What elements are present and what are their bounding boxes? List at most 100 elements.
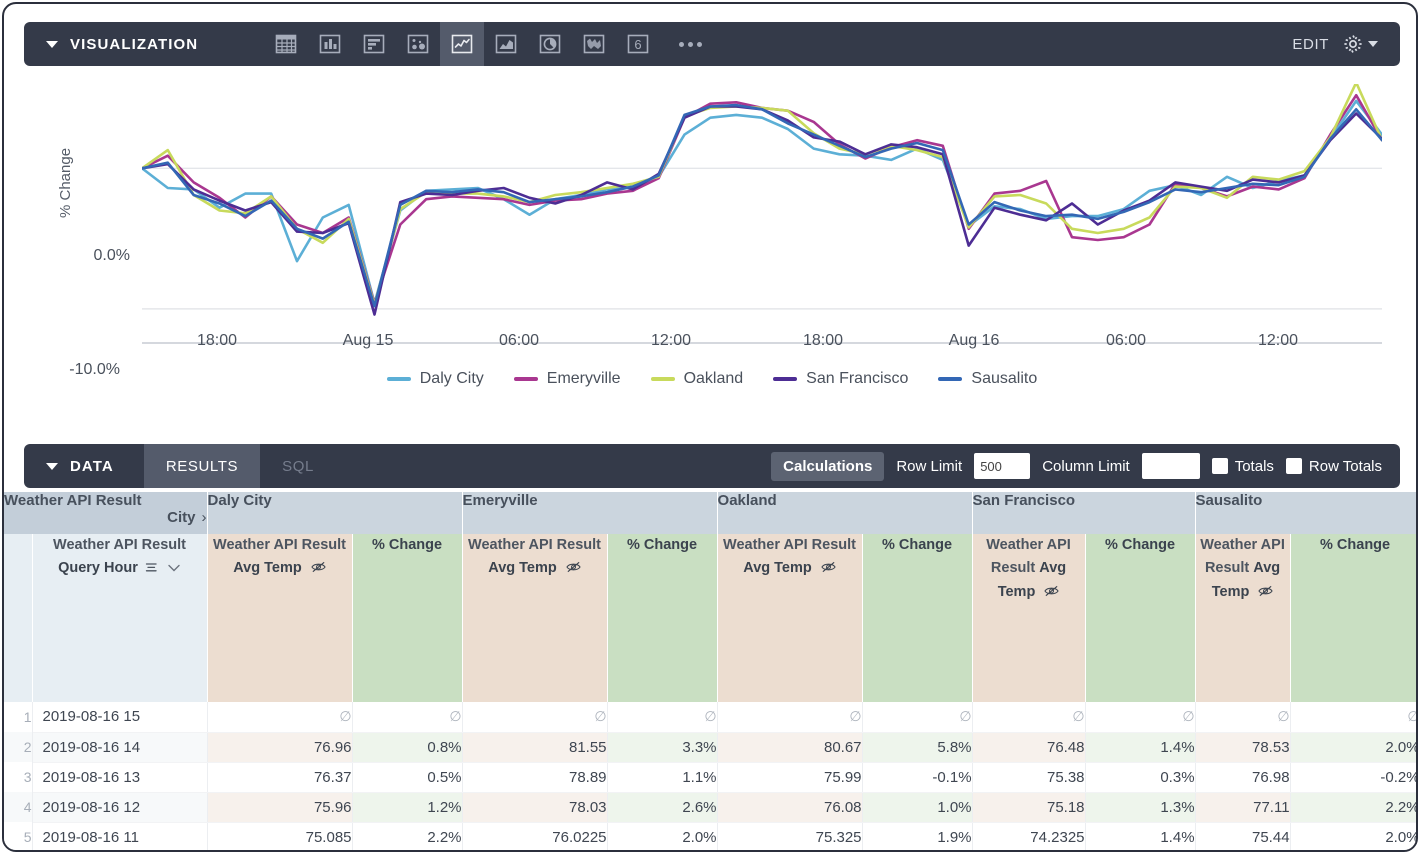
pivot-column-emeryville[interactable]: Emeryville (462, 492, 717, 534)
cell-pct-change[interactable]: 0.3% (1085, 762, 1195, 792)
column-header-pct-change-san-francisco[interactable]: % Change (1085, 534, 1195, 702)
cell-pct-change[interactable]: 3.3% (607, 732, 717, 762)
visualization-settings-button[interactable] (1341, 32, 1378, 56)
cell-avg-temp[interactable]: 75.18 (972, 792, 1085, 822)
cell-avg-temp[interactable]: ∅ (207, 702, 352, 732)
cell-query-hour[interactable]: 2019-08-16 11 (32, 822, 207, 852)
tab-sql[interactable]: SQL (260, 444, 336, 488)
cell-avg-temp[interactable]: 76.08 (717, 792, 862, 822)
pivot-column-sausalito[interactable]: Sausalito (1195, 492, 1418, 534)
cell-pct-change[interactable]: 1.0% (862, 792, 972, 822)
table-row[interactable]: 12019-08-16 15∅∅∅∅∅∅∅∅∅∅ (4, 702, 1418, 732)
cell-avg-temp[interactable]: ∅ (462, 702, 607, 732)
cell-avg-temp[interactable]: 78.53 (1195, 732, 1290, 762)
table-row[interactable]: 52019-08-16 1175.0852.2%76.02252.0%75.32… (4, 822, 1418, 852)
viz-type-map[interactable] (572, 22, 616, 66)
cell-avg-temp[interactable]: 77.11 (1195, 792, 1290, 822)
cell-pct-change[interactable]: 1.1% (607, 762, 717, 792)
cell-avg-temp[interactable]: 75.96 (207, 792, 352, 822)
cell-pct-change[interactable]: ∅ (607, 702, 717, 732)
cell-pct-change[interactable]: 2.2% (352, 822, 462, 852)
cell-pct-change[interactable]: 2.0% (1290, 732, 1418, 762)
cell-avg-temp[interactable]: 75.38 (972, 762, 1085, 792)
cell-pct-change[interactable]: 1.4% (1085, 732, 1195, 762)
cell-pct-change[interactable]: 1.2% (352, 792, 462, 822)
column-header-pct-change-emeryville[interactable]: % Change (607, 534, 717, 702)
viz-type-single-value[interactable]: 6 (616, 22, 660, 66)
cell-pct-change[interactable]: ∅ (1290, 702, 1418, 732)
results-table[interactable]: Weather API Result City› Daly City Emery… (4, 492, 1418, 852)
column-header-avg-temp-emeryville[interactable]: Weather API Result Avg Temp (462, 534, 607, 702)
table-row[interactable]: 22019-08-16 1476.960.8%81.553.3%80.675.8… (4, 732, 1418, 762)
legend-item-daly-city[interactable]: Daly City (387, 370, 484, 388)
viz-type-line[interactable] (440, 22, 484, 66)
cell-pct-change[interactable]: 1.3% (1085, 792, 1195, 822)
viz-type-table[interactable] (264, 22, 308, 66)
column-header-pct-change-sausalito[interactable]: % Change (1290, 534, 1418, 702)
cell-pct-change[interactable]: -0.2% (1290, 762, 1418, 792)
cell-pct-change[interactable]: 0.8% (352, 732, 462, 762)
cell-pct-change[interactable]: 5.8% (862, 732, 972, 762)
legend-item-san-francisco[interactable]: San Francisco (773, 370, 908, 388)
cell-avg-temp[interactable]: 75.44 (1195, 822, 1290, 852)
cell-pct-change[interactable]: 2.0% (607, 822, 717, 852)
cell-pct-change[interactable]: 1.9% (862, 822, 972, 852)
cell-avg-temp[interactable]: 78.03 (462, 792, 607, 822)
row-totals-checkbox[interactable] (1286, 458, 1302, 474)
caret-down-icon[interactable] (46, 41, 58, 48)
totals-checkbox[interactable] (1212, 458, 1228, 474)
legend-item-sausalito[interactable]: Sausalito (938, 370, 1037, 388)
column-header-query-hour[interactable]: Weather API Result Query Hour (32, 534, 207, 702)
cell-avg-temp[interactable]: 76.37 (207, 762, 352, 792)
cell-avg-temp[interactable]: ∅ (1195, 702, 1290, 732)
cell-avg-temp[interactable]: 76.96 (207, 732, 352, 762)
viz-type-pie[interactable] (528, 22, 572, 66)
legend-item-oakland[interactable]: Oakland (651, 370, 744, 388)
column-header-pct-change-daly-city[interactable]: % Change (352, 534, 462, 702)
cell-avg-temp[interactable]: 76.98 (1195, 762, 1290, 792)
table-row[interactable]: 42019-08-16 1275.961.2%78.032.6%76.081.0… (4, 792, 1418, 822)
cell-query-hour[interactable]: 2019-08-16 13 (32, 762, 207, 792)
cell-avg-temp[interactable]: ∅ (717, 702, 862, 732)
column-limit-input[interactable] (1142, 453, 1200, 479)
cell-avg-temp[interactable]: ∅ (972, 702, 1085, 732)
cell-pct-change[interactable]: 0.5% (352, 762, 462, 792)
table-row[interactable]: 32019-08-16 1376.370.5%78.891.1%75.99-0.… (4, 762, 1418, 792)
calculations-button[interactable]: Calculations (771, 452, 884, 481)
legend-item-emeryville[interactable]: Emeryville (514, 370, 621, 388)
cell-pct-change[interactable]: 2.2% (1290, 792, 1418, 822)
column-header-avg-temp-san-francisco[interactable]: Weather API Result Avg Temp (972, 534, 1085, 702)
pivot-column-san-francisco[interactable]: San Francisco (972, 492, 1195, 534)
pivot-column-daly-city[interactable]: Daly City (207, 492, 462, 534)
cell-avg-temp[interactable]: 78.89 (462, 762, 607, 792)
pivot-column-oakland[interactable]: Oakland (717, 492, 972, 534)
row-limit-input[interactable] (974, 453, 1030, 479)
column-header-avg-temp-daly-city[interactable]: Weather API Result Avg Temp (207, 534, 352, 702)
cell-pct-change[interactable]: -0.1% (862, 762, 972, 792)
viz-type-area[interactable] (484, 22, 528, 66)
cell-pct-change[interactable]: 2.0% (1290, 822, 1418, 852)
viz-type-scatter[interactable] (396, 22, 440, 66)
viz-type-column[interactable] (308, 22, 352, 66)
tab-results[interactable]: RESULTS (144, 444, 260, 488)
cell-pct-change[interactable]: ∅ (862, 702, 972, 732)
cell-pct-change[interactable]: ∅ (1085, 702, 1195, 732)
column-header-pct-change-oakland[interactable]: % Change (862, 534, 972, 702)
cell-avg-temp[interactable]: 76.48 (972, 732, 1085, 762)
cell-avg-temp[interactable]: 74.2325 (972, 822, 1085, 852)
cell-avg-temp[interactable]: 75.325 (717, 822, 862, 852)
column-header-avg-temp-oakland[interactable]: Weather API Result Avg Temp (717, 534, 862, 702)
cell-pct-change[interactable]: ∅ (352, 702, 462, 732)
edit-button[interactable]: EDIT (1292, 36, 1329, 53)
viz-type-bar[interactable] (352, 22, 396, 66)
caret-down-icon[interactable] (46, 463, 58, 470)
cell-query-hour[interactable]: 2019-08-16 15 (32, 702, 207, 732)
pivot-dimension-header[interactable]: Weather API Result City› (4, 492, 207, 534)
cell-pct-change[interactable]: 1.4% (1085, 822, 1195, 852)
row-totals-toggle[interactable]: Row Totals (1286, 458, 1382, 475)
cell-avg-temp[interactable]: 75.085 (207, 822, 352, 852)
viz-more-button[interactable] (660, 22, 720, 66)
cell-query-hour[interactable]: 2019-08-16 12 (32, 792, 207, 822)
column-header-avg-temp-sausalito[interactable]: Weather API Result Avg Temp (1195, 534, 1290, 702)
cell-query-hour[interactable]: 2019-08-16 14 (32, 732, 207, 762)
